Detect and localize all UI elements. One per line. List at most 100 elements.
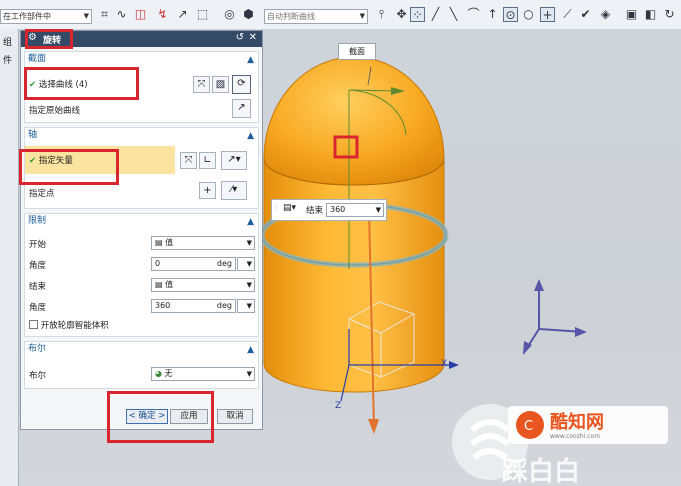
value-icon: ▤ [155,238,166,247]
chevron-down-icon: ▼ [246,281,252,289]
title-highlight-box [25,29,73,49]
flyout-end-label: 结束 [306,206,324,216]
origin-curve-icon[interactable]: ↗ [232,99,251,118]
collapse-icon[interactable]: ▲ [247,129,254,143]
quadrant-icon[interactable]: ↑ [485,7,500,22]
point-type-dropdown[interactable]: ⁄▾ [221,181,247,200]
z-axis-label: Z [335,401,342,411]
open-profile-checkbox[interactable] [29,320,38,329]
value-icon: ▤ [155,280,166,289]
chevron-down-icon: ▼ [246,370,252,378]
revolve-dialog: ⚙ 旋转 ↺ ✕ 截面 ▲ ✔ 选择曲线 (4) ⤧ ▧ ⟳ 指定原始曲线 ↗ 轴… [19,29,263,443]
wrench-icon[interactable]: ✔ [578,7,593,22]
line-icon[interactable]: ╲ [446,7,461,22]
section-limits-header[interactable]: 限制 ▲ [25,214,258,228]
slash-icon[interactable]: ⟋ [560,7,575,22]
refresh-icon[interactable]: ↻ [662,7,677,22]
wave-icon[interactable]: ∿ [114,7,129,22]
point-constructor-icon[interactable]: + [199,182,216,199]
view-icon[interactable]: ◎ [222,7,237,22]
gear-icon[interactable]: ◈ [598,7,613,22]
chevron-down-icon: ▼ [246,239,252,247]
x-axis-arrow [449,361,459,369]
watermark-brand: 酷知网 [550,412,604,433]
section-profile-header[interactable]: 截面 ▲ [25,52,258,66]
end-angle-input[interactable]: 360 deg [151,299,236,313]
view-triad-up-arrow [534,279,544,291]
view-triad-right-arrow [575,327,587,337]
flyout-end-value[interactable]: 360 ▼ [326,203,384,217]
start-angle-unit-dropdown[interactable]: ▼ [237,257,255,271]
vector-type-dropdown[interactable]: ↗▾ [221,151,247,170]
curve-rule-combo[interactable]: 自动判断曲线 ▼ [264,9,368,24]
boolean-select[interactable]: ◕ 无 ▼ [151,367,255,381]
specify-vector-highlight [19,149,119,185]
circle-icon[interactable]: ○ [521,7,536,22]
sketch-icon[interactable]: ↯ [155,7,170,22]
wcs-icon[interactable]: ◧ [643,7,658,22]
section-axis-header[interactable]: 轴 ▲ [25,128,258,142]
x-axis-label: X [441,359,448,369]
plus-icon[interactable]: + [540,7,555,22]
start-type-select[interactable]: ▤ 值 ▼ [151,236,255,250]
specify-origin-label: 指定原始曲线 [29,106,81,116]
line-icon[interactable]: ⬚ [195,7,210,22]
arc-icon[interactable]: ⌒ [466,7,481,22]
deselect-icon[interactable]: ⤧ [180,152,197,169]
resource-bar: 组 件 [0,29,19,486]
start-angle-input[interactable]: 0 deg [151,257,236,271]
point-snap-icon[interactable]: ⁘ [410,7,425,22]
snap-icon[interactable]: ⌗ [97,7,112,22]
resource-tab-part[interactable]: 件 [3,53,12,66]
close-icon[interactable]: ✕ [249,32,257,43]
watermark-url: www.coozhi.com [550,433,601,440]
section-boolean-header[interactable]: 布尔 ▲ [25,342,258,356]
specify-point-label: 指定点 [29,189,55,199]
section-callout: 截面 [338,43,376,60]
end-angle-unit-dropdown[interactable]: ▼ [237,299,255,313]
slash-icon[interactable]: ╱ [428,7,443,22]
hemisphere-dome [263,56,445,186]
axis-vector-arrow [368,419,379,434]
grip-icon[interactable]: ⋮ [273,204,279,211]
curve-icon[interactable]: ⫯ [374,7,389,22]
view-icon[interactable]: ▣ [624,7,639,22]
value-type-icon[interactable]: ▤▾ [283,203,296,213]
curve-select-icon[interactable]: ⟳ [232,75,251,94]
resource-tab-group[interactable]: 组 [3,35,12,48]
cancel-button[interactable]: 取消 [217,409,253,424]
point-icon[interactable]: ◫ [133,7,148,22]
chevron-down-icon: ▼ [246,260,252,268]
collapse-icon[interactable]: ▲ [247,53,254,67]
sketch-icon[interactable]: ▧ [212,76,229,93]
boolean-label: 布尔 [29,371,47,381]
open-profile-row[interactable]: 开放轮廓智能体积 [29,319,109,331]
main-toolbar: 在工作部件中 ▼ ⌗ ∿ ◫ ↯ ↗ ⬚ ◎ ⬢ 自动判断曲线 ▼ ⫯ ✥ ⁘ ╱ … [0,0,681,30]
start-label: 开始 [29,240,47,250]
vector-constructor-icon[interactable]: ∟ [199,152,216,169]
gear-icon[interactable]: ✥ [394,7,409,22]
svg-text:C: C [524,419,533,434]
selection-filter-combo[interactable]: 在工作部件中 ▼ [0,9,92,24]
reset-icon[interactable]: ↺ [236,32,244,43]
circle-icon[interactable]: ⊙ [503,7,518,22]
collapse-icon[interactable]: ▲ [247,215,254,229]
select-curve-highlight [24,67,139,100]
section-limits: 限制 ▲ 开始 ▤ 值 ▼ 角度 0 deg ▼ 结束 ▤ 值 ▼ 角度 360 deg … [24,213,259,337]
chevron-down-icon: ▼ [83,12,89,20]
collapse-icon[interactable]: ▲ [247,343,254,357]
chevron-down-icon: ▼ [375,206,381,214]
end-label: 结束 [29,282,47,292]
ok-apply-highlight [107,391,214,443]
end-type-select[interactable]: ▤ 值 ▼ [151,278,255,292]
boolean-none-icon: ◕ [155,369,165,378]
wcs-icon[interactable]: ⬢ [241,7,256,22]
vector-icon[interactable]: ↗ [175,7,190,22]
end-angle-flyout[interactable]: ⋮ ▤▾ 结束 360 ▼ [271,199,387,221]
cylinder-body [263,156,445,393]
start-angle-label: 角度 [29,261,47,271]
svg-text:踩白白: 踩白白 [502,456,580,486]
deselect-icon[interactable]: ⤧ [193,76,210,93]
end-angle-label: 角度 [29,303,47,313]
chevron-down-icon: ▼ [246,302,252,310]
